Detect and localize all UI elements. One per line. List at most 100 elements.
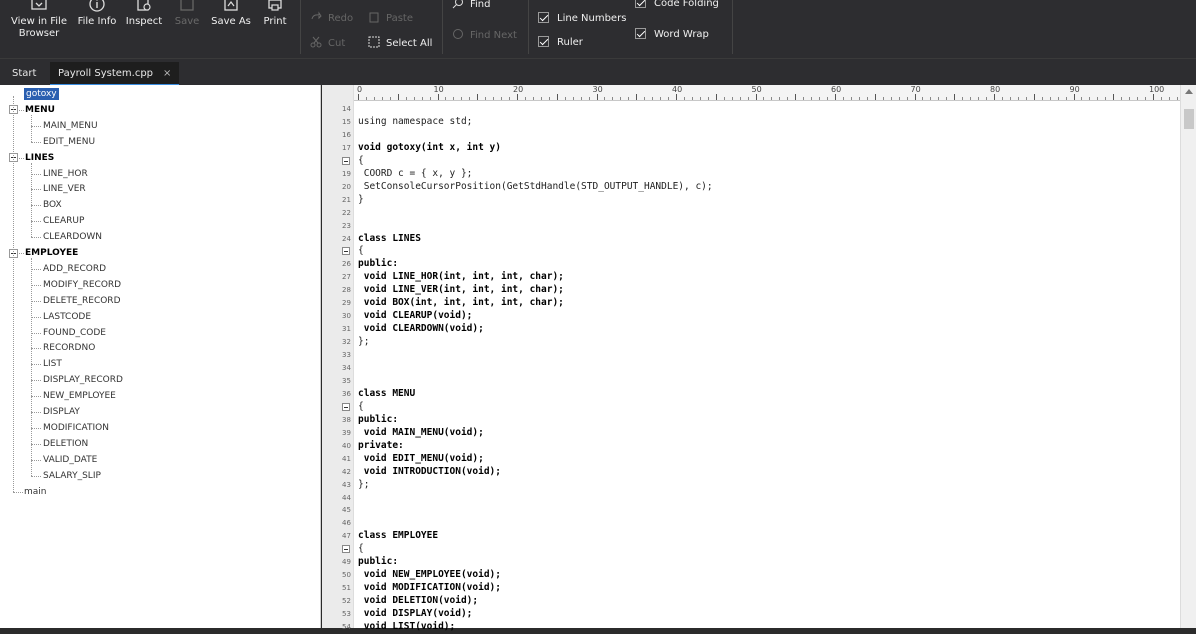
tree-item[interactable]: MAIN_MENU [43, 120, 98, 132]
tree-connector [31, 125, 41, 127]
code-line[interactable]: 43}; [322, 479, 1172, 492]
code-text: private: [358, 439, 404, 451]
code-line[interactable]: 38 public: [322, 414, 1172, 427]
code-line[interactable]: { [322, 543, 1172, 556]
symbol-tree-panel: gotoxy MENU MAIN_MENU EDIT_MENU LINES LINE_HO… [0, 85, 321, 628]
tree-group-employee[interactable]: EMPLOYEE [25, 247, 78, 259]
code-line[interactable]: 16 [322, 129, 1172, 142]
tree-item[interactable]: BOX [43, 199, 62, 211]
tree-item[interactable]: LINE_VER [43, 183, 86, 195]
code-line[interactable]: 46 [322, 517, 1172, 530]
code-line[interactable]: 51 void MODIFICATION(void); [322, 582, 1172, 595]
find-button[interactable]: Find [452, 0, 491, 10]
code-line[interactable]: 33 [322, 349, 1172, 362]
code-line[interactable]: 39 void MAIN_MENU(void); [322, 427, 1172, 440]
code-line[interactable]: 31 void CLEARDOWN(void); [322, 323, 1172, 336]
code-line[interactable]: 40 private: [322, 440, 1172, 453]
tree-item[interactable]: LINE_HOR [43, 168, 88, 180]
tree-item[interactable]: DISPLAY [43, 406, 80, 418]
code-line[interactable]: { [322, 155, 1172, 168]
fold-collapse-icon[interactable] [342, 247, 350, 256]
line-numbers-checkbox[interactable]: Line Numbers [538, 12, 626, 24]
tree-item[interactable]: DISPLAY_RECORD [43, 374, 123, 386]
code-line[interactable]: 50 void NEW_EMPLOYEE(void); [322, 569, 1172, 582]
ruler-label: 60 [831, 85, 842, 94]
ruler-checkbox[interactable]: Ruler [538, 36, 583, 48]
code-line[interactable]: 23 [322, 220, 1172, 233]
close-icon[interactable]: × [163, 68, 171, 79]
code-line[interactable]: 17 void gotoxy(int x, int y) [322, 142, 1172, 155]
word-wrap-checkbox[interactable]: Word Wrap [635, 28, 709, 40]
save-button[interactable]: Save [170, 0, 204, 58]
tree-item[interactable]: CLEARDOWN [43, 231, 102, 243]
fold-collapse-icon[interactable] [342, 402, 350, 411]
tab-start[interactable]: Start [4, 62, 44, 86]
tree-item[interactable]: DELETE_RECORD [43, 295, 121, 307]
tree-item[interactable]: CLEARUP [43, 215, 84, 227]
code-line[interactable]: 26 public: [322, 258, 1172, 271]
code-line[interactable]: 36 class MENU [322, 388, 1172, 401]
tree-item[interactable]: SALARY_SLIP [43, 470, 101, 482]
tree-item[interactable]: LASTCODE [43, 311, 91, 323]
code-line[interactable]: 54 void LIST(void); [322, 621, 1172, 634]
redo-button[interactable]: Redo [310, 11, 353, 24]
fold-collapse-icon[interactable] [342, 156, 350, 165]
code-line[interactable]: 47 class EMPLOYEE [322, 530, 1172, 543]
tree-item[interactable]: EDIT_MENU [43, 136, 95, 148]
code-line[interactable]: 42 void INTRODUCTION(void); [322, 466, 1172, 479]
code-line[interactable]: 15 using namespace std; [322, 116, 1172, 129]
code-line[interactable]: 20 SetConsoleCursorPosition(GetStdHandle… [322, 181, 1172, 194]
tree-item[interactable]: MODIFY_RECORD [43, 279, 121, 291]
code-line[interactable]: 44 [322, 492, 1172, 505]
inspect-button[interactable]: Inspect [123, 0, 165, 58]
file-info-button[interactable]: File Info [74, 0, 120, 58]
ruler-tick [1033, 94, 1035, 100]
code-text: { [358, 245, 364, 257]
find-next-button[interactable]: Find Next [452, 28, 517, 41]
code-line[interactable]: 27 void LINE_HOR(int, int, int, char); [322, 271, 1172, 284]
code-line[interactable]: 52 void DELETION(void); [322, 595, 1172, 608]
tree-group-lines[interactable]: LINES [25, 152, 54, 164]
view-in-file-browser-button[interactable]: View in File Browser [6, 0, 72, 58]
code-line[interactable]: 35 [322, 375, 1172, 388]
cut-button[interactable]: Cut [310, 36, 345, 49]
code-line[interactable]: 14 [322, 103, 1172, 116]
code-editor[interactable]: 0 10 20 30 40 50 60 70 80 90 100 14 15 using namespa… [322, 85, 1196, 632]
code-line[interactable]: 41 void EDIT_MENU(void); [322, 453, 1172, 466]
tree-item[interactable]: DELETION [43, 438, 88, 450]
code-line[interactable]: 21} [322, 194, 1172, 207]
code-line[interactable]: 34 [322, 362, 1172, 375]
fold-collapse-icon[interactable] [342, 545, 350, 554]
tree-item[interactable]: NEW_EMPLOYEE [43, 390, 116, 402]
tree-group-menu[interactable]: MENU [25, 104, 55, 116]
scrollbar-thumb[interactable] [1184, 109, 1194, 129]
code-line[interactable]: { [322, 401, 1172, 414]
code-line[interactable]: 49 public: [322, 556, 1172, 569]
code-line[interactable]: 45 [322, 504, 1172, 517]
code-line[interactable]: 22 [322, 207, 1172, 220]
code-line[interactable]: 30 void CLEARUP(void); [322, 310, 1172, 323]
code-line[interactable]: 32}; [322, 336, 1172, 349]
tree-item[interactable]: ADD_RECORD [43, 263, 106, 275]
save-as-button[interactable]: Save As [208, 0, 254, 58]
tree-item[interactable]: LIST [43, 358, 62, 370]
code-line[interactable]: 53 void DISPLAY(void); [322, 608, 1172, 621]
tree-item[interactable]: MODIFICATION [43, 422, 109, 434]
tree-item-main[interactable]: main [24, 486, 47, 498]
tree-item[interactable]: RECORDNO [43, 342, 95, 354]
tree-item[interactable]: FOUND_CODE [43, 327, 106, 339]
code-line[interactable]: 29 void BOX(int, int, int, int, char); [322, 297, 1172, 310]
tree-item[interactable]: VALID_DATE [43, 454, 97, 466]
code-folding-checkbox[interactable]: Code Folding [635, 0, 719, 9]
code-line[interactable]: 28 void LINE_VER(int, int, int, char); [322, 284, 1172, 297]
print-button[interactable]: Print [258, 0, 292, 58]
code-line[interactable]: 19 COORD c = { x, y }; [322, 168, 1172, 181]
scroll-up-arrow-icon[interactable] [1185, 89, 1193, 94]
tree-item-selected[interactable]: gotoxy [24, 88, 59, 100]
code-line[interactable]: 24 class LINES [322, 233, 1172, 246]
select-all-button[interactable]: Select All [368, 36, 432, 49]
code-line[interactable]: { [322, 245, 1172, 258]
tab-payroll-system[interactable]: Payroll System.cpp × [50, 62, 180, 86]
paste-button[interactable]: Paste [368, 11, 413, 24]
vertical-scrollbar[interactable] [1180, 85, 1196, 628]
